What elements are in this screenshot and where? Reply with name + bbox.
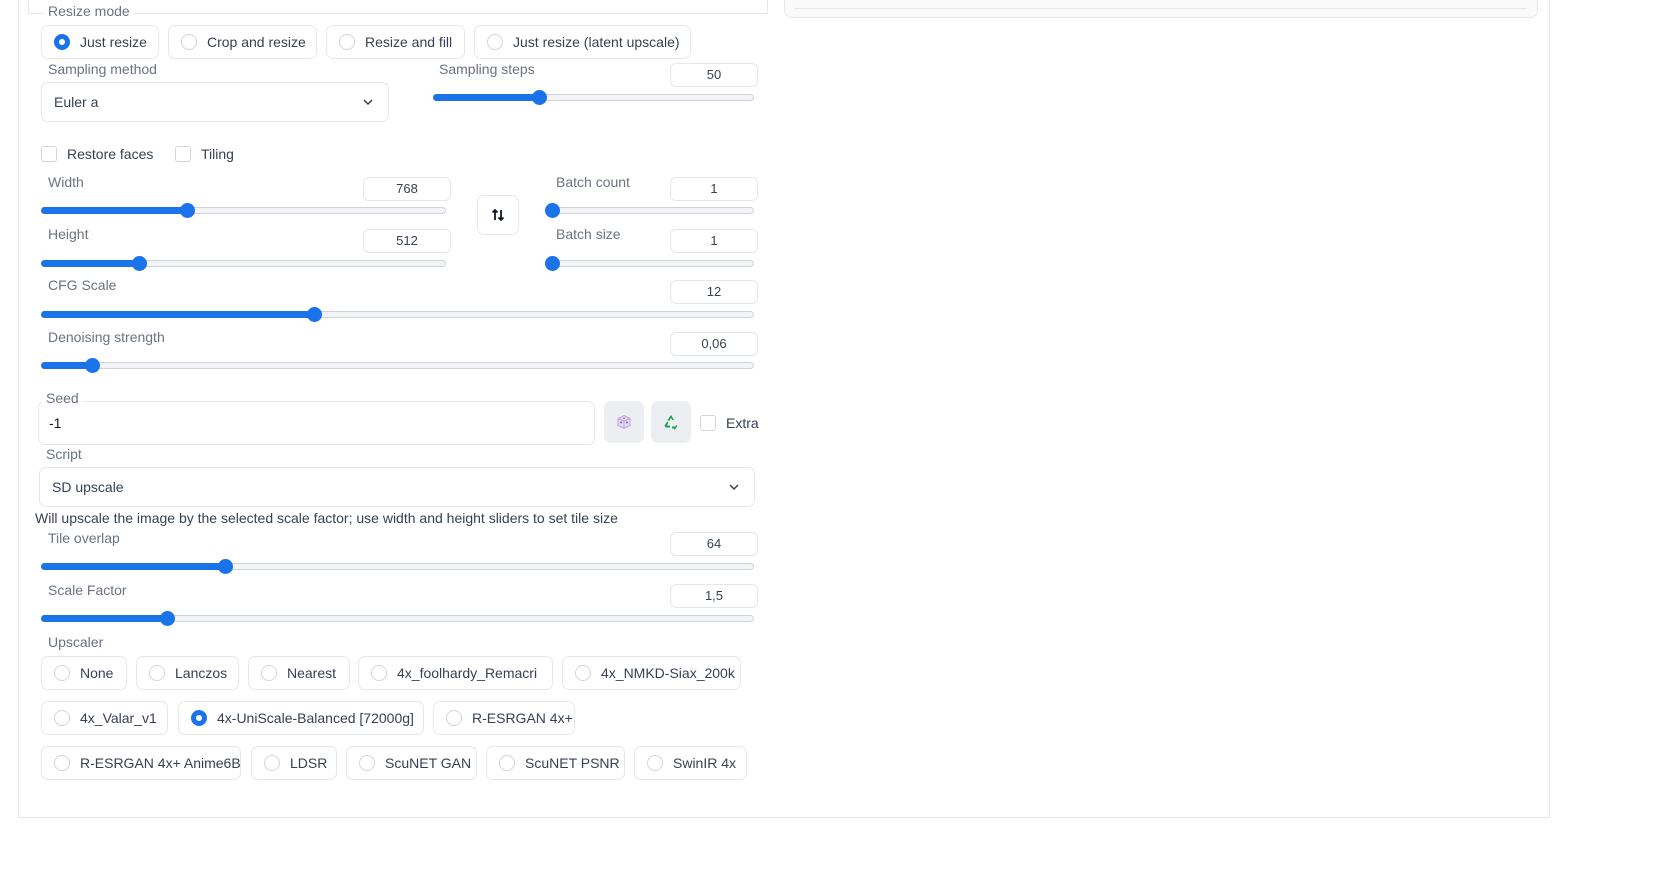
radio-indicator: [54, 34, 70, 50]
batch-size-input[interactable]: 1: [670, 229, 758, 253]
upscaler-scunet-gan[interactable]: ScuNET GAN: [346, 746, 477, 780]
radio-resize-and-fill[interactable]: Resize and fill: [326, 25, 465, 59]
radio-indicator: [371, 665, 387, 681]
resize-mode-legend: Resize mode: [44, 2, 134, 20]
width-input[interactable]: 768: [363, 177, 451, 201]
sampling-steps-input[interactable]: 50: [670, 63, 758, 87]
upscaler-r-esrgan-4x[interactable]: R-ESRGAN 4x+: [433, 701, 575, 735]
radio-indicator: [149, 665, 165, 681]
radio-indicator: [54, 665, 70, 681]
sampling-steps-label: Sampling steps: [439, 61, 535, 77]
radio-crop-and-resize[interactable]: Crop and resize: [168, 25, 317, 59]
slider-thumb[interactable]: [545, 256, 560, 271]
sampling-steps-slider[interactable]: [433, 90, 754, 105]
sampling-method-label: Sampling method: [48, 61, 157, 77]
batch-count-input[interactable]: 1: [670, 177, 758, 201]
upscaler-scunet-psnr[interactable]: ScuNET PSNR: [486, 746, 625, 780]
tile-overlap-label: Tile overlap: [48, 530, 120, 546]
radio-indicator: [647, 755, 663, 771]
seed-label: Seed: [42, 389, 83, 407]
swap-vertical-icon: [491, 208, 505, 222]
upscaler-none[interactable]: None: [41, 656, 127, 690]
upscaler-4x-foolhardy-remacri[interactable]: 4x_foolhardy_Remacri: [358, 656, 553, 690]
slider-fill: [41, 563, 226, 570]
chevron-down-icon: [729, 484, 739, 491]
upscaler-ldsr[interactable]: LDSR: [251, 746, 337, 780]
upscaler-4x-nmkd-siax[interactable]: 4x_NMKD-Siax_200k: [562, 656, 741, 690]
tile-overlap-slider[interactable]: [41, 559, 754, 574]
radio-indicator: [191, 710, 207, 726]
slider-thumb[interactable]: [180, 203, 196, 218]
script-label: Script: [46, 446, 82, 462]
width-label: Width: [48, 174, 84, 190]
extra-seed-checkbox[interactable]: Extra: [700, 415, 759, 431]
slider-thumb[interactable]: [545, 203, 560, 218]
output-panel: [784, 0, 1538, 18]
chevron-down-icon: [363, 99, 373, 106]
height-input[interactable]: 512: [363, 229, 451, 253]
dice-icon: [617, 414, 631, 430]
scale-factor-input[interactable]: 1,5: [670, 584, 758, 608]
batch-count-slider[interactable]: [545, 203, 754, 218]
random-seed-button[interactable]: [604, 401, 644, 443]
upscaler-r-esrgan-anime6b[interactable]: R-ESRGAN 4x+ Anime6B: [41, 746, 241, 780]
batch-size-label: Batch size: [556, 226, 621, 242]
slider-thumb[interactable]: [131, 256, 147, 271]
upscaler-4x-uniscale-balanced[interactable]: 4x-UniScale-Balanced [72000g]: [178, 701, 424, 735]
radio-indicator: [261, 665, 277, 681]
resize-mode-group: [28, 0, 768, 14]
cfg-scale-label: CFG Scale: [48, 277, 117, 293]
slider-thumb[interactable]: [84, 358, 100, 373]
swap-dimensions-button[interactable]: [477, 195, 519, 235]
scale-factor-label: Scale Factor: [48, 582, 127, 598]
reuse-seed-button[interactable]: [651, 401, 691, 443]
upscaler-swinir-4x[interactable]: SwinIR 4x: [634, 746, 747, 780]
batch-size-slider[interactable]: [545, 256, 754, 271]
script-select[interactable]: SD upscale: [39, 467, 755, 507]
slider-fill: [41, 207, 188, 214]
radio-indicator: [446, 710, 462, 726]
radio-just-resize-latent[interactable]: Just resize (latent upscale): [474, 25, 691, 59]
slider-fill: [41, 615, 168, 622]
radio-indicator: [339, 34, 355, 50]
height-label: Height: [48, 226, 89, 242]
scale-factor-slider[interactable]: [41, 611, 754, 626]
cfg-scale-slider[interactable]: [41, 307, 754, 322]
slider-fill: [41, 260, 139, 267]
upscaler-label: Upscaler: [48, 634, 104, 650]
denoising-strength-slider[interactable]: [41, 358, 754, 373]
recycle-icon: [664, 415, 678, 430]
radio-indicator: [54, 755, 70, 771]
seed-input[interactable]: -1: [38, 401, 595, 445]
script-description: Will upscale the image by the selected s…: [35, 510, 618, 526]
radio-indicator: [181, 34, 197, 50]
upscaler-nearest[interactable]: Nearest: [248, 656, 350, 690]
radio-indicator: [264, 755, 280, 771]
radio-indicator: [499, 755, 515, 771]
slider-fill: [41, 311, 315, 318]
width-slider[interactable]: [41, 203, 446, 218]
slider-fill: [433, 94, 540, 101]
radio-indicator: [487, 34, 503, 50]
upscaler-4x-valar[interactable]: 4x_Valar_v1: [41, 701, 168, 735]
restore-faces-checkbox[interactable]: Restore faces: [41, 146, 153, 162]
denoising-strength-input[interactable]: 0,06: [670, 332, 758, 356]
radio-indicator: [54, 710, 70, 726]
height-slider[interactable]: [41, 256, 446, 271]
cfg-scale-input[interactable]: 12: [670, 280, 758, 304]
radio-indicator: [575, 665, 591, 681]
denoising-strength-label: Denoising strength: [48, 329, 165, 345]
upscaler-lanczos[interactable]: Lanczos: [136, 656, 239, 690]
radio-just-resize[interactable]: Just resize: [41, 25, 159, 59]
tile-overlap-input[interactable]: 64: [670, 532, 758, 556]
tiling-checkbox[interactable]: Tiling: [175, 146, 234, 162]
batch-count-label: Batch count: [556, 174, 630, 190]
radio-indicator: [359, 755, 375, 771]
sampling-method-select[interactable]: Euler a: [41, 82, 389, 122]
